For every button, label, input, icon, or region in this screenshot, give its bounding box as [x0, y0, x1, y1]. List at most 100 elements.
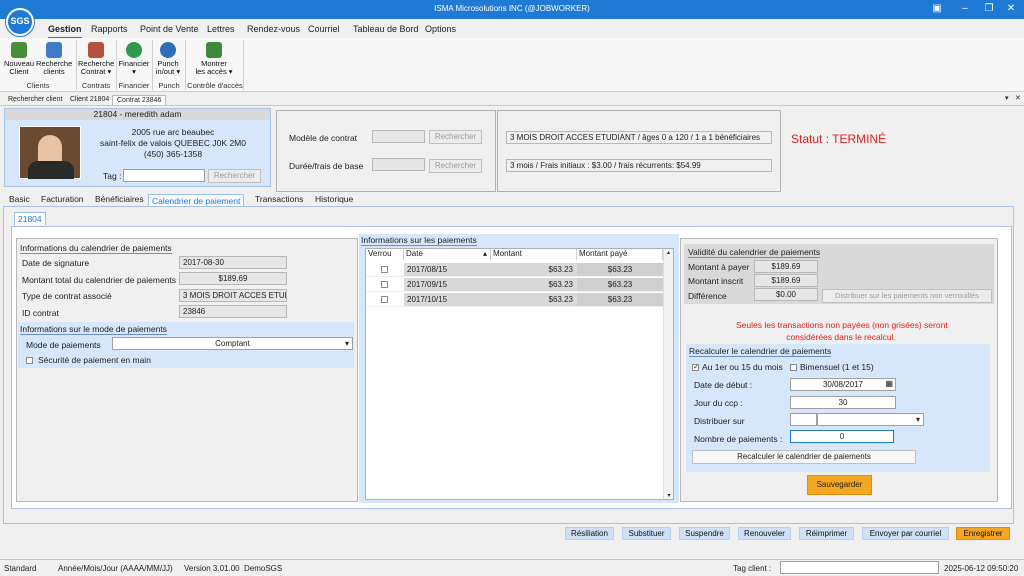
- distribute-button[interactable]: Distribuer sur les paiements non verroui…: [822, 289, 992, 303]
- tab-dropdown-icon[interactable]: ▾: [1005, 94, 1009, 102]
- table-row-date[interactable]: 2017/09/15: [404, 278, 491, 292]
- start-date-label: Date de début :: [694, 380, 753, 390]
- tab-historique[interactable]: Historique: [312, 194, 356, 204]
- tab-point-de-vente[interactable]: Point de Vente: [140, 24, 199, 34]
- suspendre-button[interactable]: Suspendre: [679, 527, 730, 540]
- reimprimer-button[interactable]: Réimprimer: [799, 527, 854, 540]
- tab-close-icon[interactable]: ✕: [1015, 94, 1021, 102]
- client-box: 21804 - meredith adam 2005 rue arc beaub…: [4, 108, 271, 187]
- col-montant[interactable]: Montant: [491, 249, 577, 260]
- lock-checkbox[interactable]: [381, 281, 388, 288]
- duration-input[interactable]: [372, 158, 425, 171]
- doc-tab-client[interactable]: Client 21804: [66, 95, 113, 104]
- tab-rapports[interactable]: Rapports: [91, 24, 128, 34]
- table-row-amount[interactable]: $63.23: [491, 263, 577, 277]
- status-db: DemoSGS: [244, 564, 283, 573]
- substituer-button[interactable]: Substituer: [622, 527, 671, 540]
- doc-tab-contract[interactable]: Contrat 23846: [112, 95, 167, 105]
- table-row-paid[interactable]: $63.23: [577, 278, 663, 292]
- scroll-up-icon[interactable]: ▴: [664, 249, 673, 256]
- contract-model-box: Modèle de contrat Rechercher Durée/frais…: [276, 110, 496, 192]
- col-verrou[interactable]: Verrou: [366, 249, 404, 260]
- tab-transactions[interactable]: Transactions: [252, 194, 306, 204]
- duration-value: 3 mois / Frais initiaux : $3.00 / frais …: [506, 159, 772, 172]
- tag-search-button[interactable]: Rechercher: [208, 169, 261, 183]
- enregistrer-button[interactable]: Enregistrer: [956, 527, 1010, 540]
- tab-tableau-de-bord[interactable]: Tableau de Bord: [353, 24, 419, 34]
- calendar-info-title: Informations du calendrier de paiements: [20, 243, 172, 254]
- col-montant-paye[interactable]: Montant payé: [577, 249, 663, 260]
- doc-tab-search-client[interactable]: Rechercher client: [4, 95, 66, 104]
- table-row-paid[interactable]: $63.23: [577, 293, 663, 307]
- access-button[interactable]: Montrer les accès ▾: [188, 42, 240, 76]
- col-date[interactable]: Date ▴: [404, 249, 491, 260]
- table-row-amount[interactable]: $63.23: [491, 278, 577, 292]
- tag-label: Tag :: [103, 171, 122, 181]
- search-clients-button[interactable]: Recherche clients: [36, 42, 72, 76]
- model-input[interactable]: [372, 130, 425, 143]
- punch-button[interactable]: Punch in/out ▾: [153, 42, 183, 76]
- search-contract-button[interactable]: Recherche Contrat ▾: [78, 42, 114, 76]
- payment-mode-select[interactable]: Comptant ▾: [112, 337, 353, 350]
- envoyer-courriel-button[interactable]: Envoyer par courriel: [862, 527, 949, 540]
- add-client-icon: [11, 42, 27, 58]
- grid-scrollbar[interactable]: ▴ ▾: [663, 249, 673, 499]
- status-bar: Standard Année/Mois/Jour (AAAA/MM/JJ) Ve…: [0, 559, 1024, 576]
- note-line-1: Seules les transactions non payées (non …: [736, 320, 948, 330]
- table-row-lock-1: [366, 278, 404, 292]
- table-row-amount[interactable]: $63.23: [491, 293, 577, 307]
- resiliation-button[interactable]: Résiliation: [565, 527, 614, 540]
- lock-checkbox[interactable]: [381, 266, 388, 273]
- group-clients: Clients: [26, 81, 50, 90]
- ribbon: Nouveau Client Recherche clients Recherche…: [0, 38, 1024, 92]
- minimize-icon[interactable]: –: [958, 2, 972, 16]
- calendar-icon[interactable]: ▦: [885, 379, 893, 388]
- distribute-label: Distribuer sur: [694, 416, 745, 426]
- start-date-input[interactable]: 30/08/2017 ▦: [790, 378, 896, 391]
- client-phone: (450) 365-1358: [143, 149, 203, 159]
- tab-facturation[interactable]: Facturation: [38, 194, 87, 204]
- contract-info-box: 3 MOIS DROIT ACCES ETUDIANT / âges 0 a 1…: [497, 110, 781, 192]
- tab-courriel[interactable]: Courriel: [308, 24, 340, 34]
- recalc-button[interactable]: Recalculer le calendrier de paiements: [692, 450, 916, 464]
- count-label: Nombre de paiements :: [694, 434, 783, 444]
- duration-search-button[interactable]: Rechercher: [429, 159, 482, 173]
- total-value: $189.69: [179, 272, 287, 285]
- tab-rendez-vous[interactable]: Rendez-vous: [247, 24, 300, 34]
- table-row-date[interactable]: 2017/08/15: [404, 263, 491, 277]
- app-logo[interactable]: SGS: [6, 8, 34, 36]
- opt2-checkbox[interactable]: [790, 364, 797, 371]
- new-client-button[interactable]: Nouveau Client: [3, 42, 35, 76]
- tab-options[interactable]: Options: [425, 24, 456, 34]
- tab-lettres[interactable]: Lettres: [207, 24, 235, 34]
- tab-gestion[interactable]: Gestion: [48, 24, 82, 39]
- client-photo: [19, 126, 81, 179]
- status-version: Version 3.01.00: [184, 564, 240, 573]
- search-clients-icon: [46, 42, 62, 58]
- tag-input[interactable]: [123, 169, 205, 182]
- status-date-format: Année/Mois/Jour (AAAA/MM/JJ): [58, 564, 173, 573]
- tab-basic[interactable]: Basic: [6, 194, 33, 204]
- close-icon[interactable]: ✕: [1004, 2, 1018, 16]
- distribute-number-input[interactable]: [790, 413, 817, 426]
- table-row-date[interactable]: 2017/10/15: [404, 293, 491, 307]
- maximize-icon[interactable]: ❐: [982, 2, 996, 16]
- tab-beneficiaires[interactable]: Bénéficiaires: [92, 194, 147, 204]
- payment-security-checkbox[interactable]: [26, 357, 33, 364]
- restore-icon[interactable]: ▣: [930, 2, 944, 16]
- lock-checkbox[interactable]: [381, 296, 388, 303]
- save-button[interactable]: Sauvegarder: [807, 475, 872, 495]
- count-input[interactable]: 0: [790, 430, 894, 443]
- financier-button[interactable]: Financier ▾: [118, 42, 150, 76]
- scroll-down-icon[interactable]: ▾: [664, 492, 674, 499]
- renouveler-button[interactable]: Renouveler: [738, 527, 791, 540]
- clock-icon: [160, 42, 176, 58]
- group-contrats: Contrats: [81, 81, 111, 90]
- day-input[interactable]: 30: [790, 396, 896, 409]
- sub-tab[interactable]: 21804: [14, 212, 46, 225]
- status-tag-input[interactable]: [780, 561, 939, 574]
- opt1-checkbox[interactable]: ✓: [692, 364, 699, 371]
- table-row-paid[interactable]: $63.23: [577, 263, 663, 277]
- model-search-button[interactable]: Rechercher: [429, 130, 482, 144]
- distribute-select[interactable]: ▾: [817, 413, 924, 426]
